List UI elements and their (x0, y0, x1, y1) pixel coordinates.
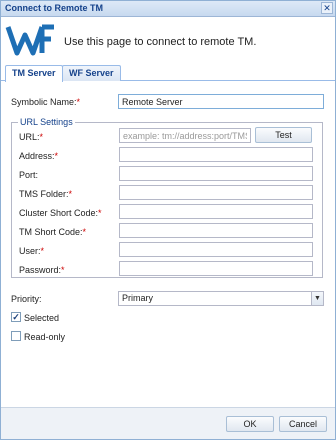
tms-folder-input[interactable] (119, 185, 313, 200)
url-settings-legend: URL Settings (20, 117, 73, 127)
chevron-down-icon[interactable]: ▼ (311, 292, 323, 305)
user-label: User:* (19, 246, 45, 256)
cluster-short-code-label: Cluster Short Code:* (19, 208, 102, 218)
address-label: Address:* (19, 151, 59, 161)
close-icon[interactable]: ✕ (321, 2, 333, 14)
tms-folder-label: TMS Folder:* (19, 189, 73, 199)
ok-button[interactable]: OK (226, 416, 274, 432)
tab-tm-server[interactable]: TM Server (5, 65, 63, 82)
port-label: Port: (19, 170, 39, 180)
window-title: Connect to Remote TM (5, 3, 103, 13)
wf-logo (5, 24, 54, 56)
cluster-short-code-input[interactable] (119, 204, 313, 219)
connect-dialog: Connect to Remote TM ✕ Use this page to … (0, 0, 336, 440)
symbolic-name-label: Symbolic Name:* (11, 97, 81, 107)
test-button[interactable]: Test (255, 127, 312, 143)
tm-server-panel: Symbolic Name:* URL Settings URL:* Test … (1, 82, 335, 407)
button-footer: OK Cancel (1, 407, 335, 439)
header-banner: Use this page to connect to remote TM. (1, 18, 335, 63)
password-input[interactable] (119, 261, 313, 276)
banner-message: Use this page to connect to remote TM. (64, 36, 257, 48)
user-input[interactable] (119, 242, 313, 257)
priority-select[interactable]: Primary ▼ (118, 291, 324, 306)
tm-short-code-label: TM Short Code:* (19, 227, 87, 237)
selected-label: Selected (24, 313, 60, 323)
url-input[interactable] (119, 128, 251, 143)
selected-checkbox[interactable]: ✓ (11, 312, 21, 322)
read-only-label: Read-only (24, 332, 66, 342)
url-label: URL:* (19, 132, 44, 142)
tab-bar: TM Server WF Server (1, 63, 335, 82)
address-input[interactable] (119, 147, 313, 162)
title-bar[interactable]: Connect to Remote TM ✕ (1, 1, 335, 17)
cancel-button[interactable]: Cancel (279, 416, 327, 432)
password-label: Password:* (19, 265, 65, 275)
priority-label: Priority: (11, 294, 42, 304)
read-only-checkbox[interactable] (11, 331, 21, 341)
port-input[interactable] (119, 166, 313, 181)
tm-short-code-input[interactable] (119, 223, 313, 238)
symbolic-name-input[interactable] (118, 94, 324, 109)
tab-wf-server[interactable]: WF Server (62, 65, 121, 81)
priority-value: Primary (122, 293, 153, 303)
